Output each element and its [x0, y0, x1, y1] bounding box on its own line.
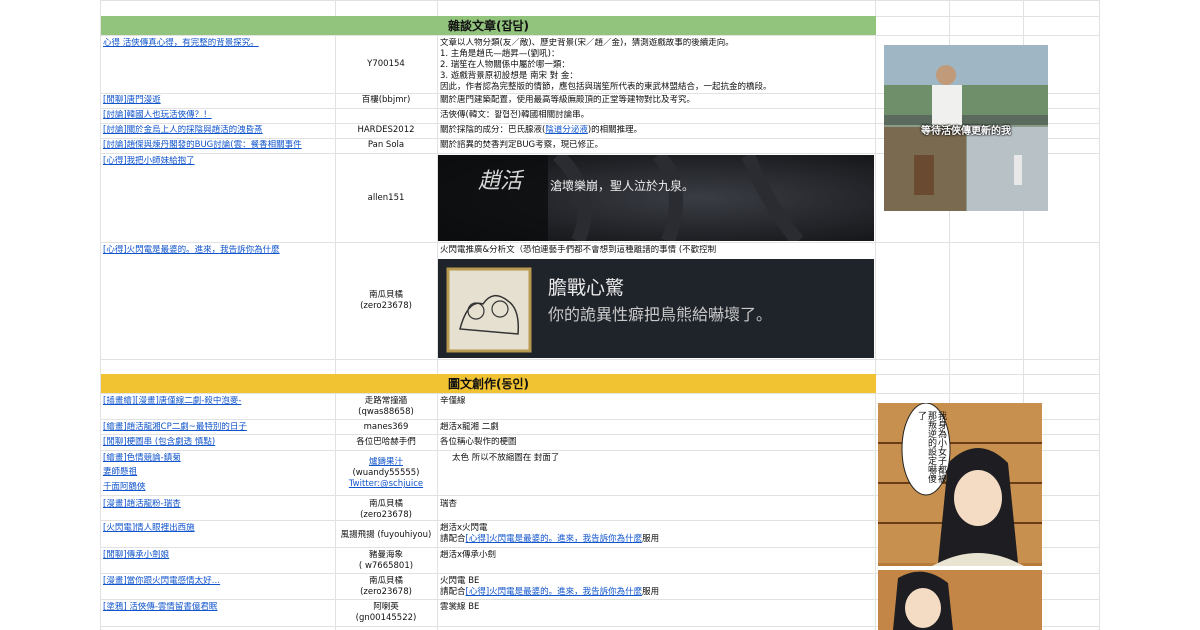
author: 走路常撞牆 (qwas88658) [336, 396, 436, 418]
author-id: (zero23678) [360, 301, 412, 311]
section-header-discussion: 雜談文章(잡담) [101, 16, 876, 35]
article-link[interactable]: [繪畫]色情競論-鎮菊 [103, 453, 333, 464]
banner-dialogue: 滄壞樂崩，聖人泣於九泉。 [550, 179, 695, 193]
article-link[interactable]: [心得]我把小師妹給抱了 [103, 156, 333, 167]
author-link[interactable]: 爐鑄果汁 [336, 457, 436, 468]
description: 辛僅線 [440, 396, 466, 406]
author: 阿喇英 (gn00145522) [336, 602, 436, 624]
author-id: (zero23678) [360, 510, 412, 520]
description-text: 服用 [642, 587, 660, 597]
article-link[interactable]: [插畫繪][漫畫]唐僅線二劇-殺中泡麥- [103, 396, 333, 407]
description: 火閃電推廣&分析文（恐怕連藝手們都不會想到這種離譜的事情 (不歡控制 [440, 245, 717, 255]
description-text: 趙活x火閃電 [440, 523, 488, 533]
description: 關於唐門建築配置，使用最高等級廡殿頂的正堂等建物對比及考究。 [440, 95, 696, 105]
description: 瑞杏 [440, 499, 458, 509]
author: manes369 [363, 422, 409, 432]
author: 各位巴哈赫手們 [356, 437, 416, 447]
description-text: 關於採陰的成分：巴氏腺液( [440, 125, 546, 135]
author: 風揚飛揚 (fuyouhiyou) [340, 530, 432, 540]
author-name: 阿喇英 [373, 602, 399, 612]
article-link[interactable]: [討論]韓國人也玩活俠傳？！ [103, 110, 333, 121]
gridline [875, 0, 876, 630]
article-link[interactable]: [繪畫]趙活龍湘CP二劇~最特別的日子 [103, 422, 333, 433]
author-name: 南瓜貝橘 [368, 499, 403, 509]
article-link[interactable]: [閒聊]梗圖串 (包含劇透 慎點) [103, 437, 333, 448]
article-link[interactable]: 妻師懸祖 [103, 467, 333, 478]
article-link[interactable]: [討論]關於金烏上人的採陰與趙活的洩昏蒸 [103, 125, 333, 136]
description: 火閃電 BE 請配合[心得]火閃電是最婆的。進來，我告訴你為什麼服用 [440, 576, 874, 598]
section-header-fanart: 圖文創作(동인) [101, 374, 876, 393]
author-id: (qwas88658) [358, 407, 414, 417]
article-link[interactable]: 千面阿鶴俠 [103, 482, 333, 493]
author: Pan Sola [367, 140, 405, 150]
description-text: 請配合 [440, 587, 466, 597]
description: 各位稱心製作的梗圖 [440, 437, 517, 447]
author-name: 南瓜貝橘 [368, 576, 403, 586]
description: 趙活x火閃電 請配合[心得]火閃電是最婆的。進來，我告訴你為什麼服用 [440, 523, 874, 545]
inline-link[interactable]: 陰道分泌液 [545, 125, 588, 135]
description-text: 火閃電 BE [440, 576, 480, 586]
author: 南瓜貝橘 (zero23678) [336, 499, 436, 521]
gridline [100, 242, 1099, 243]
author-twitter-link[interactable]: Twitter:@schjuice [336, 479, 436, 490]
inline-link[interactable]: [心得]火閃電是最婆的。進來，我告訴你為什麼 [466, 534, 643, 544]
meme-caption: 等待活俠傳更新的我 [921, 126, 1011, 137]
author-name: 豬曼海象 [368, 550, 403, 560]
manga-image: 我身為小女子都被那叛逆的設定嚇傻了 [878, 403, 1042, 630]
author: 爐鑄果汁 (wuandy55555) Twitter:@schjuice [336, 457, 436, 490]
gridline [100, 393, 1099, 394]
description-text: 服用 [642, 534, 660, 544]
description: 趙活x傳承小劍 [440, 550, 497, 560]
author-id: (wuandy55555) [352, 468, 420, 478]
article-link[interactable]: [漫畫]趙活龍粉-瑞杏 [103, 499, 333, 510]
article-link[interactable]: [火閃電]情人眼裡出西施 [103, 523, 333, 534]
article-link[interactable]: 心得 活俠傳真心得，有完整的背景探究。 [103, 38, 333, 49]
description: 文章以人物分類(友／敵)、歷史背景(宋／趙／金)，猜測遊戲故事的後續走向。 1.… [440, 38, 772, 92]
article-link[interactable]: [討論]趙傑與煉丹閣發的BUG討論(雲：餐香相關事件 [103, 140, 333, 151]
author: Y700154 [367, 59, 405, 69]
gridline [100, 0, 101, 630]
description: 關於採陰的成分：巴氏腺液(陰道分泌液)的相關推理。 [440, 125, 874, 136]
author-name: 南瓜貝橘 [368, 290, 403, 300]
article-link[interactable]: [塗鴉] 活俠傳-雲情留書億君眠 [103, 602, 333, 613]
author-name: 走路常撞牆 [364, 396, 408, 406]
author-id: (zero23678) [360, 587, 412, 597]
description: 太色 所以不放縮圖在 封面了 [452, 453, 560, 463]
author-id: (gn00145522) [355, 613, 417, 623]
achievement-title: 膽戰心驚 [548, 277, 625, 299]
gridline [100, 0, 1099, 1]
achievement-subtitle: 你的詭異性癖把鳥熊給嚇壞了。 [548, 305, 773, 324]
manga-illustration [878, 403, 1042, 630]
gridline [100, 359, 1099, 360]
achievement-banner: 膽戰心驚 你的詭異性癖把鳥熊給嚇壞了。 [438, 259, 874, 358]
author: 南瓜貝橘 (zero23678) [336, 290, 436, 312]
article-link[interactable]: [閒聊]傳承小劍娘 [103, 550, 333, 561]
description: 活俠傳(韓文：활협전)韓國相關討論串。 [440, 110, 590, 120]
author: HARDES2012 [357, 125, 415, 135]
description: 關於諮異的焚香判定BUG考察，現已修正。 [440, 140, 604, 150]
description: 趙活x龍湘 二劇 [440, 422, 499, 432]
author: 南瓜貝橘 (zero23678) [336, 576, 436, 598]
description-text: 請配合 [440, 534, 466, 544]
game-screenshot-banner: 趙活 滄壞樂崩，聖人泣於九泉。 [438, 155, 874, 241]
description-text: )的相關推理。 [587, 125, 643, 135]
description: 雲裳線 BE [440, 602, 480, 612]
article-link[interactable]: [心得]火閃電是最婆的。進來，我告訴你為什麼 [103, 245, 333, 256]
author-id: ( w7665801) [358, 561, 414, 571]
article-link[interactable]: [漫畫]當你跟火閃電感情太好… [103, 576, 333, 587]
gridline [1099, 0, 1100, 630]
article-link[interactable]: [閒聊]唐門漫遊 [103, 95, 333, 106]
inline-link[interactable]: [心得]火閃電是最婆的。進來，我告訴你為什麼 [466, 587, 643, 597]
banner-character-name: 趙活 [478, 169, 523, 194]
speech-bubble: 我身為小女子都被那叛逆的設定嚇傻了 [916, 411, 946, 483]
author: allen151 [367, 193, 405, 203]
author: 豬曼海象( w7665801) [336, 550, 436, 572]
meme-image: 等待活俠傳更新的我 [884, 45, 1048, 211]
gridline [100, 35, 1099, 36]
author: 百樓(bbjmr) [361, 95, 411, 105]
